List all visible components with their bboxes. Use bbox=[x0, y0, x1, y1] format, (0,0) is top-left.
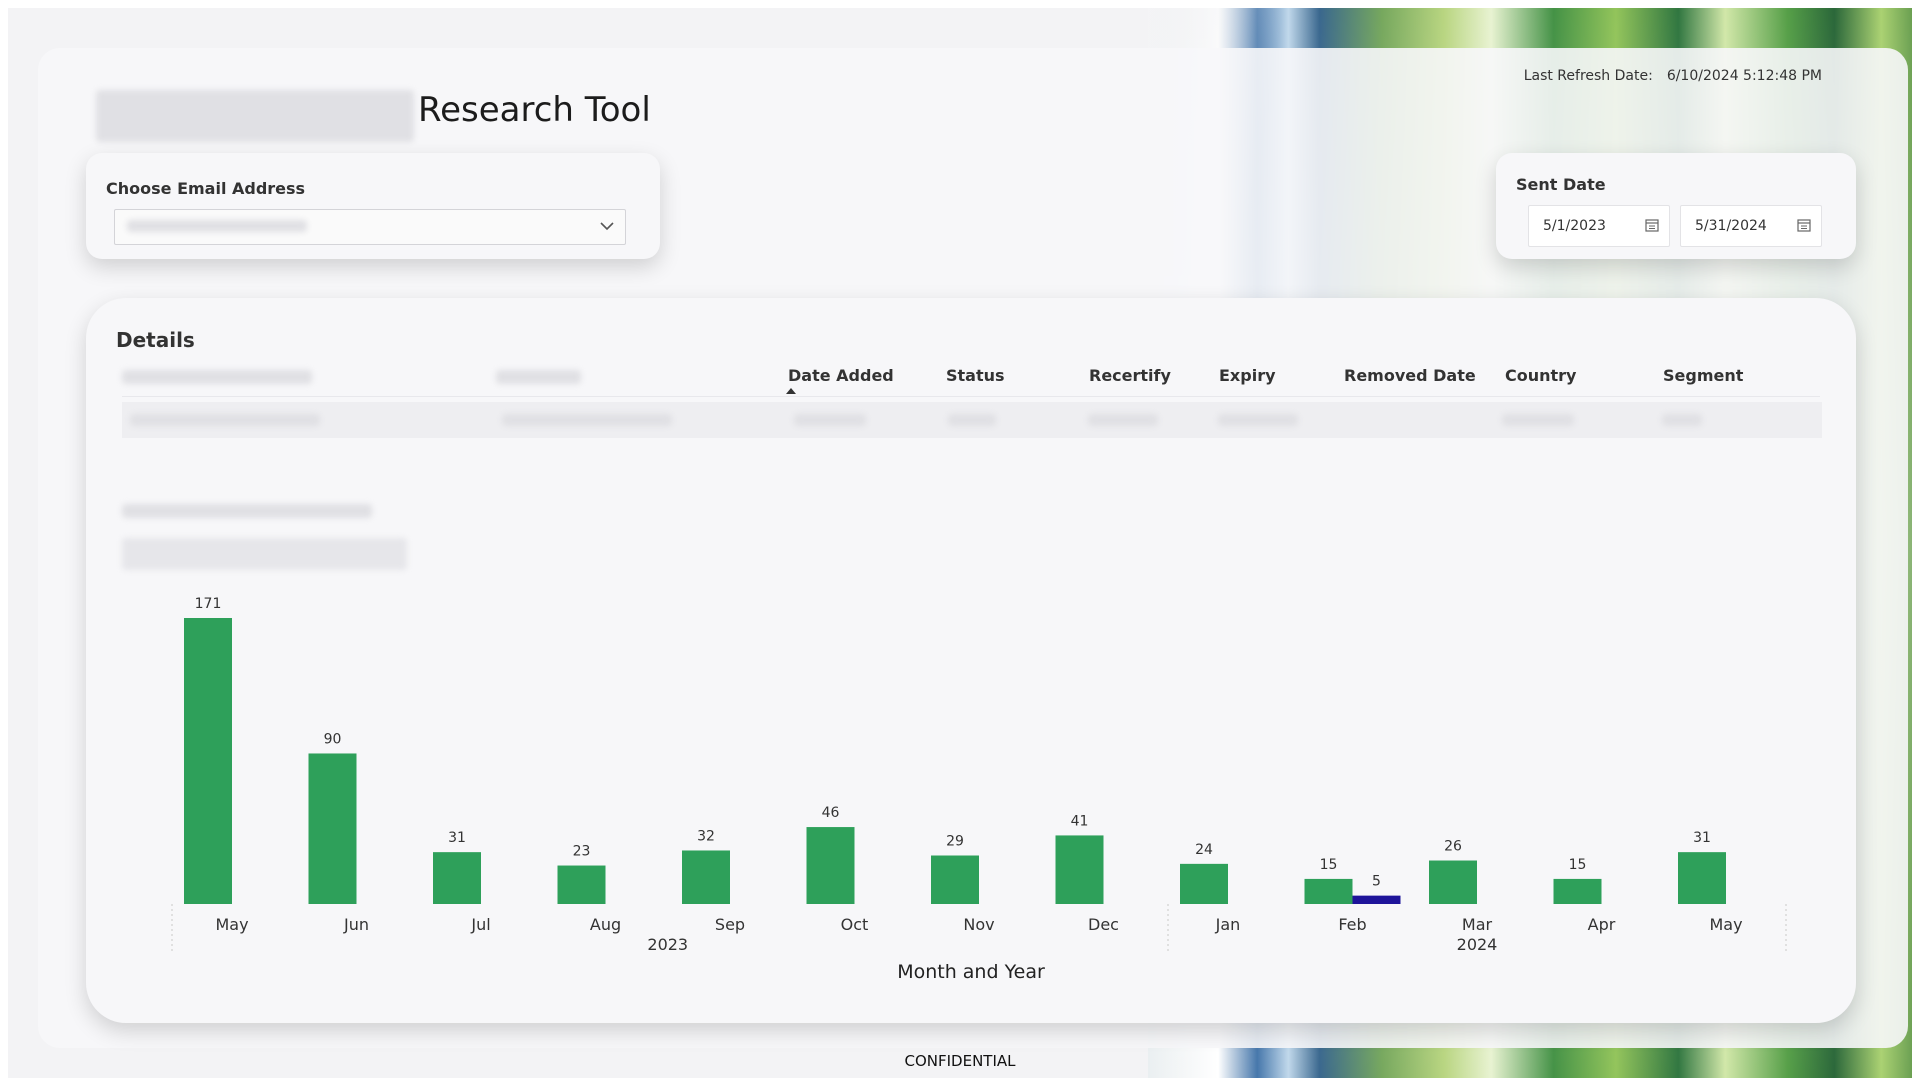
end-date-input[interactable]: 5/31/2024 bbox=[1680, 205, 1822, 247]
data-label: 15 bbox=[1320, 857, 1338, 873]
bar bbox=[1429, 860, 1477, 904]
data-label: 26 bbox=[1444, 839, 1462, 855]
redacted-email bbox=[127, 220, 307, 232]
refresh-value: 6/10/2024 5:12:48 PM bbox=[1666, 68, 1822, 84]
data-label: 31 bbox=[1693, 830, 1711, 846]
x-year-label: 2024 bbox=[1457, 935, 1498, 954]
x-tick-label: May bbox=[215, 915, 248, 934]
data-label: 46 bbox=[822, 805, 840, 821]
x-tick-label: Mar bbox=[1462, 915, 1493, 934]
bar bbox=[1678, 852, 1726, 904]
bar bbox=[1304, 878, 1353, 904]
data-label: 15 bbox=[1569, 857, 1587, 873]
last-refresh: Last Refresh Date: 6/10/2024 5:12:48 PM bbox=[1524, 68, 1822, 84]
bar bbox=[931, 855, 979, 904]
redacted-title-prefix bbox=[96, 90, 414, 142]
bar bbox=[1553, 878, 1602, 904]
data-label: 24 bbox=[1195, 842, 1213, 858]
details-card: Details Date Added Status Recertify Expi… bbox=[86, 298, 1856, 1023]
x-tick-label: Jan bbox=[1215, 915, 1241, 934]
x-tick-label: Nov bbox=[963, 915, 994, 934]
bar bbox=[682, 850, 730, 904]
bar bbox=[433, 852, 481, 904]
data-label: 90 bbox=[324, 731, 342, 747]
bar bbox=[1055, 835, 1104, 904]
data-label: 29 bbox=[946, 833, 964, 849]
data-label: 32 bbox=[697, 828, 715, 844]
x-tick-label: Feb bbox=[1338, 915, 1366, 934]
chevron-down-icon bbox=[600, 222, 614, 231]
calendar-icon[interactable] bbox=[1797, 218, 1811, 232]
report-page: Research Tool Last Refresh Date: 6/10/20… bbox=[8, 8, 1912, 1078]
bar bbox=[806, 827, 855, 904]
x-tick-label: May bbox=[1709, 915, 1742, 934]
end-date-value: 5/31/2024 bbox=[1695, 218, 1767, 234]
bar bbox=[1180, 863, 1228, 904]
data-label: 5 bbox=[1372, 874, 1381, 890]
data-label: 31 bbox=[448, 830, 466, 846]
calendar-icon[interactable] bbox=[1645, 218, 1659, 232]
refresh-label: Last Refresh Date: bbox=[1523, 68, 1653, 84]
bar-chart: 171 May 90 Jun 31 Jul 23 Aug 32 Sep 46 Oct 29 Nov 41 De… bbox=[171, 596, 1787, 983]
x-tick-label: Dec bbox=[1088, 915, 1119, 934]
data-label: 41 bbox=[1071, 813, 1089, 829]
start-date-input[interactable]: 5/1/2023 bbox=[1528, 205, 1670, 247]
x-tick-label: Aug bbox=[590, 915, 621, 934]
date-slicer-card: Sent Date 5/1/2023 5/31/2024 bbox=[1496, 153, 1856, 259]
page-title: Research Tool bbox=[418, 90, 651, 130]
x-tick-label: Sep bbox=[715, 915, 745, 934]
email-dropdown[interactable] bbox=[114, 209, 626, 245]
bar bbox=[308, 753, 357, 904]
email-slicer-title: Choose Email Address bbox=[106, 179, 306, 198]
x-tick-label: Apr bbox=[1588, 915, 1616, 934]
bar bbox=[184, 618, 232, 904]
x-axis-title: Month and Year bbox=[897, 961, 1045, 983]
email-slicer-card: Choose Email Address bbox=[86, 153, 660, 259]
date-slicer-title: Sent Date bbox=[1516, 175, 1606, 194]
start-date-value: 5/1/2023 bbox=[1543, 218, 1606, 234]
x-tick-label: Jun bbox=[343, 915, 369, 934]
data-label: 23 bbox=[573, 844, 591, 860]
x-year-label: 2023 bbox=[647, 935, 688, 954]
x-tick-label: Oct bbox=[841, 915, 869, 934]
confidential-footer: CONFIDENTIAL bbox=[904, 1052, 1016, 1070]
x-tick-label: Jul bbox=[470, 915, 490, 934]
bar bbox=[557, 865, 606, 904]
bar bbox=[1352, 895, 1401, 904]
data-label: 171 bbox=[195, 596, 222, 612]
